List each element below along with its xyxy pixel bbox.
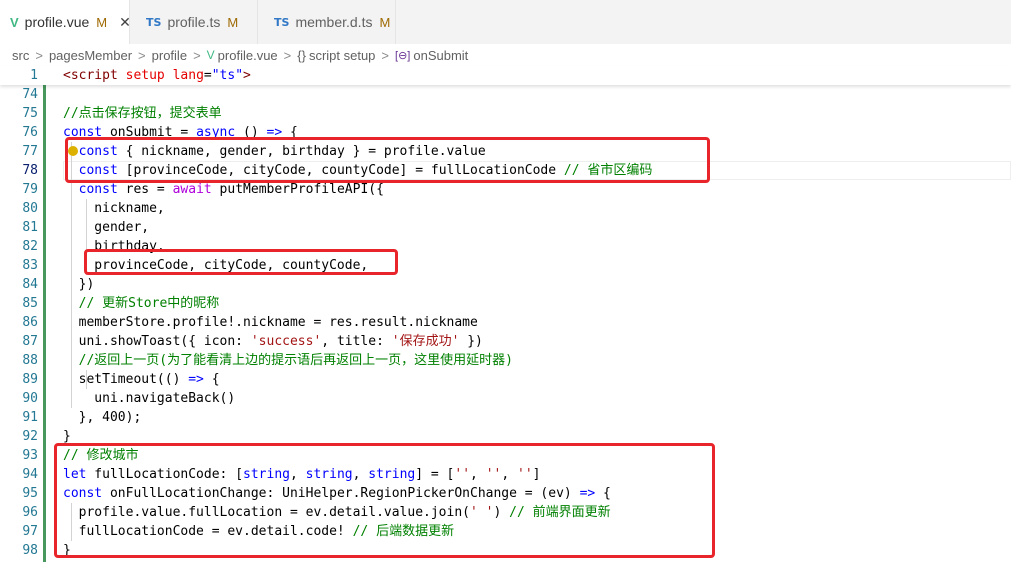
line-number: 90	[22, 391, 38, 406]
line-number: 77	[22, 144, 38, 159]
code-line: 80 nickname,	[0, 199, 1011, 218]
tab-profile-vue[interactable]: V profile.vue M ✕	[0, 0, 131, 44]
line-number: 81	[22, 220, 38, 235]
chevron-right-icon: >	[381, 47, 390, 63]
code-editor[interactable]: 1 <script setup lang="ts"> 74 75 //点击保存按钮，…	[0, 66, 1011, 562]
code-line-text: setTimeout(() => {	[63, 372, 220, 387]
code-line: 87 uni.showToast({ icon: 'success', titl…	[0, 332, 1011, 351]
line-number: 87	[22, 334, 38, 349]
vue-file-icon: V	[206, 48, 215, 62]
line-number: 98	[22, 543, 38, 558]
line-number: 95	[22, 486, 38, 501]
line-number: 75	[22, 106, 38, 121]
code-line-text: uni.showToast({ icon: 'success', title: …	[63, 334, 483, 349]
line-number: 79	[22, 182, 38, 197]
code-line: 88 //返回上一页(为了能看清上边的提示语后再返回上一页，这里使用延时器)	[0, 351, 1011, 370]
event-symbol-icon: [⊖]	[395, 49, 411, 62]
code-line-text: nickname,	[63, 201, 165, 216]
tab-member-d-ts[interactable]: TS member.d.ts M	[258, 0, 396, 44]
breadcrumb-item-profile[interactable]: profile	[152, 48, 187, 63]
code-line-text: memberStore.profile!.nickname = res.resu…	[63, 315, 478, 330]
breadcrumb-item-profile-vue[interactable]: profile.vue	[218, 48, 278, 63]
tab-label: member.d.ts	[295, 14, 373, 30]
chevron-right-icon: >	[193, 47, 201, 63]
line-number: 86	[22, 315, 38, 330]
breadcrumb-item-script-setup[interactable]: script setup	[309, 48, 375, 63]
code-line-text: <script setup lang="ts">	[63, 68, 251, 83]
code-line-text: uni.navigateBack()	[63, 391, 236, 406]
line-number: 84	[22, 277, 38, 292]
code-line-text: //点击保存按钮，提交表单	[63, 106, 222, 121]
chevron-right-icon: >	[283, 47, 292, 63]
line-number: 78	[22, 163, 38, 178]
braces-icon: {}	[297, 47, 306, 63]
line-number: 85	[22, 296, 38, 311]
modified-badge: M	[96, 14, 108, 30]
line-number: 92	[22, 429, 38, 444]
annotation-box-params	[84, 249, 398, 275]
line-number: 93	[22, 448, 38, 463]
line-number: 83	[22, 258, 38, 273]
annotation-box-destructure	[65, 137, 710, 183]
line-number: 82	[22, 239, 38, 254]
code-line: 86 memberStore.profile!.nickname = res.r…	[0, 313, 1011, 332]
tab-label: profile.ts	[167, 14, 221, 30]
modified-badge: M	[227, 14, 239, 30]
breadcrumb: src > pagesMember > profile > V profile.…	[0, 44, 1011, 66]
breadcrumb-item-onsubmit[interactable]: onSubmit	[413, 48, 468, 63]
code-line-text: // 更新Store中的昵称	[63, 296, 220, 311]
line-number: 96	[22, 505, 38, 520]
code-line: 74	[0, 85, 1011, 104]
line-number: 1	[30, 68, 38, 83]
breadcrumb-item-src[interactable]: src	[12, 48, 29, 63]
sticky-scroll-line: 1 <script setup lang="ts">	[0, 66, 1011, 85]
line-number: 76	[22, 125, 38, 140]
annotation-box-city-change	[54, 443, 715, 558]
line-number: 91	[22, 410, 38, 425]
ts-file-icon: TS	[146, 15, 162, 29]
tab-profile-ts[interactable]: TS profile.ts M	[130, 0, 258, 44]
code-line: 91 }, 400);	[0, 408, 1011, 427]
tab-label: profile.vue	[24, 14, 90, 30]
ts-file-icon: TS	[274, 15, 290, 29]
line-number: 97	[22, 524, 38, 539]
line-number: 94	[22, 467, 38, 482]
line-number: 80	[22, 201, 38, 216]
code-line-text: //返回上一页(为了能看清上边的提示语后再返回上一页，这里使用延时器)	[63, 353, 513, 368]
code-line: 85 // 更新Store中的昵称	[0, 294, 1011, 313]
chevron-right-icon: >	[138, 47, 146, 63]
line-number: 88	[22, 353, 38, 368]
code-line: 90 uni.navigateBack()	[0, 389, 1011, 408]
code-line: 75 //点击保存按钮，提交表单	[0, 104, 1011, 123]
chevron-right-icon: >	[35, 47, 43, 63]
line-number: 74	[22, 87, 38, 102]
vue-file-icon: V	[10, 14, 19, 30]
modified-badge: M	[379, 14, 391, 30]
editor-tab-bar: V profile.vue M ✕ TS profile.ts M TS mem…	[0, 0, 1011, 45]
code-line-text: })	[63, 277, 95, 292]
code-line-text: gender,	[63, 220, 150, 235]
line-number: 89	[22, 372, 38, 387]
code-line: 84 })	[0, 275, 1011, 294]
code-line: 81 gender,	[0, 218, 1011, 237]
code-line-text: }, 400);	[63, 410, 142, 425]
code-line: 89 setTimeout(() => {	[0, 370, 1011, 389]
breadcrumb-item-pagesmember[interactable]: pagesMember	[49, 48, 132, 63]
